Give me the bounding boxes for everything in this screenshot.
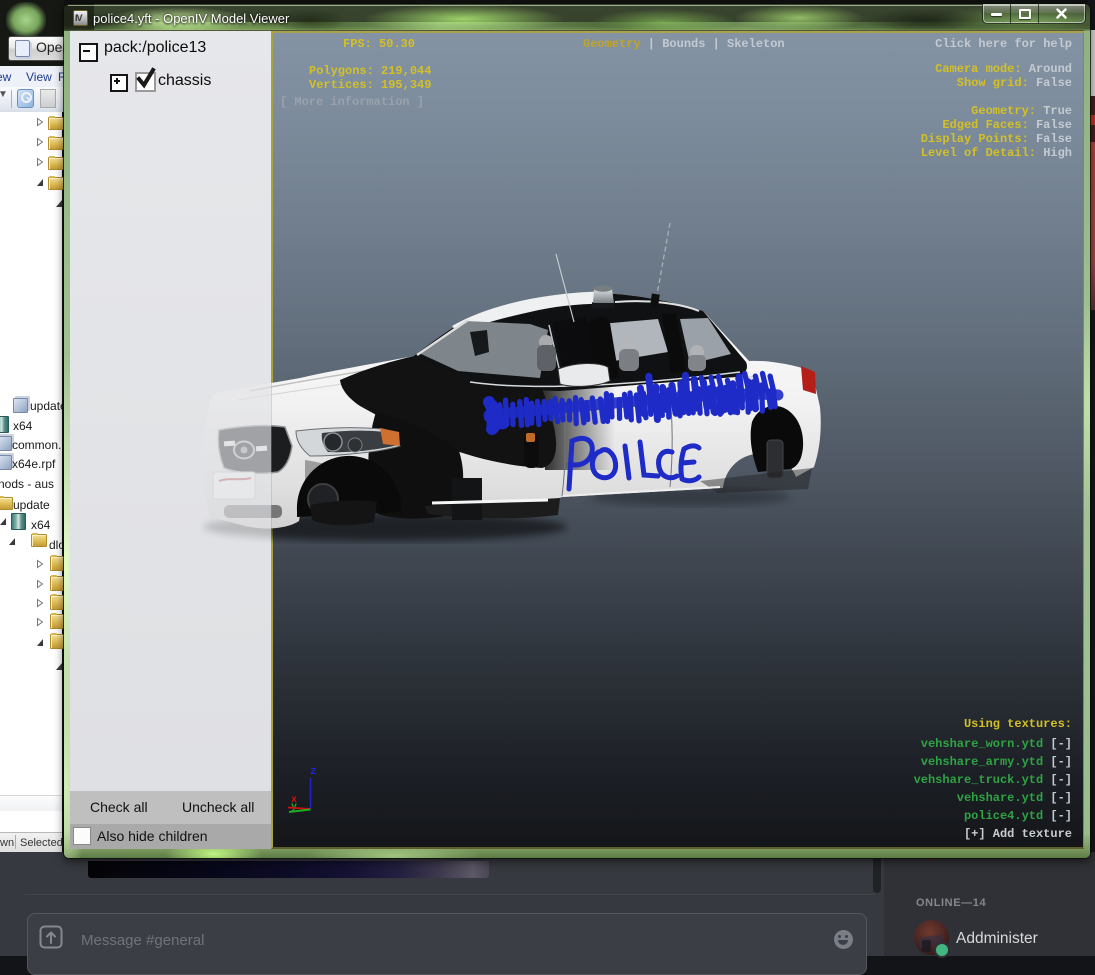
svg-text:z: z: [310, 766, 317, 778]
